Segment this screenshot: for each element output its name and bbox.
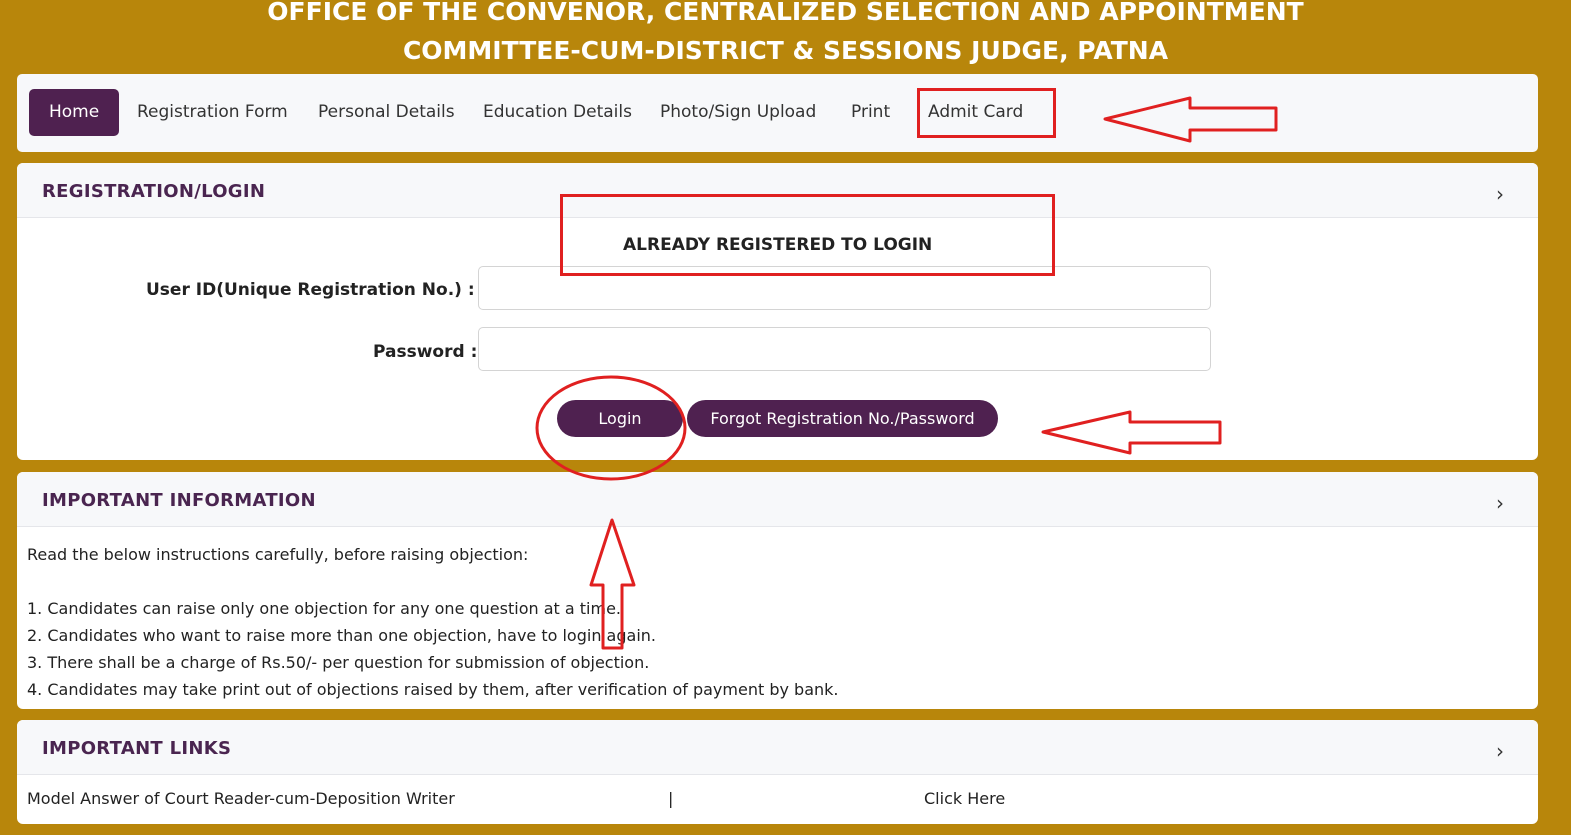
page-header: OFFICE OF THE CONVENOR, CENTRALIZED SELE…	[0, 0, 1571, 70]
info-item: 2. Candidates who want to raise more tha…	[27, 626, 656, 645]
info-body: Read the below instructions carefully, b…	[17, 527, 1538, 709]
nav-education-details[interactable]: Education Details	[483, 89, 632, 136]
header-line-1: OFFICE OF THE CONVENOR, CENTRALIZED SELE…	[267, 0, 1304, 26]
links-panel-header[interactable]: IMPORTANT LINKS ›	[17, 720, 1538, 775]
nav-personal-details[interactable]: Personal Details	[318, 89, 455, 136]
info-spacer	[27, 568, 1528, 595]
links-row: Model Answer of Court Reader-cum-Deposit…	[17, 775, 1538, 824]
main-navbar: Home Registration Form Personal Details …	[17, 74, 1538, 152]
info-intro: Read the below instructions carefully, b…	[27, 545, 529, 564]
info-panel-header[interactable]: IMPORTANT INFORMATION ›	[17, 472, 1538, 527]
link-name: Model Answer of Court Reader-cum-Deposit…	[27, 789, 455, 808]
nav-home[interactable]: Home	[29, 89, 120, 136]
login-button[interactable]: Login	[557, 400, 683, 437]
userid-input[interactable]	[478, 266, 1211, 310]
info-panel: IMPORTANT INFORMATION › Read the below i…	[17, 472, 1538, 709]
info-item: 4. Candidates may take print out of obje…	[27, 680, 839, 699]
login-panel: REGISTRATION/LOGIN › ALREADY REGISTERED …	[17, 163, 1538, 460]
nav-photo-sign-upload[interactable]: Photo/Sign Upload	[660, 89, 816, 136]
login-heading: ALREADY REGISTERED TO LOGIN	[623, 235, 933, 255]
nav-registration-form[interactable]: Registration Form	[137, 89, 288, 136]
login-panel-title: REGISTRATION/LOGIN	[42, 181, 266, 202]
links-panel: IMPORTANT LINKS › Model Answer of Court …	[17, 720, 1538, 824]
info-item: 1. Candidates can raise only one objecti…	[27, 599, 621, 618]
header-line-2: COMMITTEE-CUM-DISTRICT & SESSIONS JUDGE,…	[402, 36, 1169, 65]
password-input[interactable]	[478, 327, 1211, 371]
nav-print[interactable]: Print	[851, 89, 890, 136]
click-here-link[interactable]: Click Here	[924, 789, 1005, 808]
forgot-password-button[interactable]: Forgot Registration No./Password	[687, 400, 998, 437]
password-label: Password :	[373, 342, 478, 362]
info-item: 3. There shall be a charge of Rs.50/- pe…	[27, 653, 650, 672]
chevron-right-icon[interactable]: ›	[1496, 163, 1504, 225]
chevron-right-icon[interactable]: ›	[1496, 720, 1504, 782]
links-panel-title: IMPORTANT LINKS	[42, 738, 232, 759]
nav-admit-card[interactable]: Admit Card	[928, 89, 1023, 136]
info-panel-title: IMPORTANT INFORMATION	[42, 490, 316, 511]
link-separator: |	[668, 789, 674, 808]
userid-label: User ID(Unique Registration No.) :	[146, 280, 475, 300]
login-panel-header[interactable]: REGISTRATION/LOGIN ›	[17, 163, 1538, 218]
chevron-right-icon[interactable]: ›	[1496, 472, 1504, 534]
